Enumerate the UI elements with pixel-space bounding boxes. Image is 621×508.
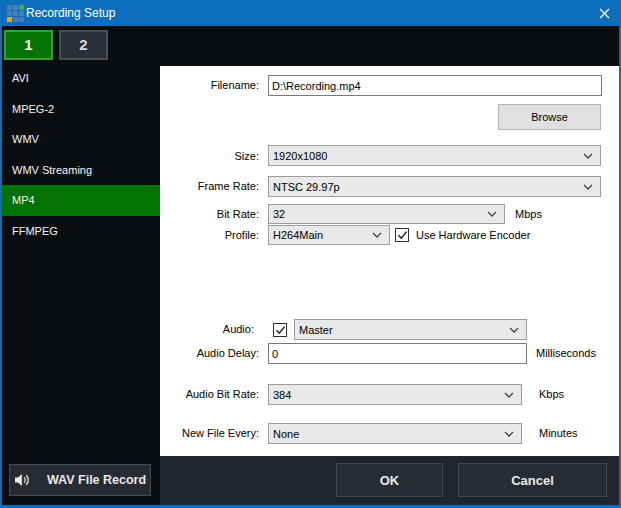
chevron-down-icon <box>583 153 593 159</box>
bit-rate-unit: Mbps <box>515 208 542 221</box>
sidebar-item-ffmpeg[interactable]: FFMPEG <box>2 216 160 247</box>
profile-value: H264Main <box>269 229 372 241</box>
logo-square <box>13 5 18 10</box>
sidebar-item-mpeg2[interactable]: MPEG-2 <box>2 94 160 125</box>
hardware-encoder-label: Use Hardware Encoder <box>416 229 530 242</box>
logo-square <box>13 17 18 22</box>
frame-rate-value: NTSC 29.97p <box>269 181 583 193</box>
audio-select[interactable]: Master <box>294 319 527 340</box>
new-file-every-select[interactable]: None <box>268 423 522 444</box>
profile-select[interactable]: H264Main <box>268 225 390 245</box>
bit-rate-value: 32 <box>269 208 487 220</box>
frame-rate-label: Frame Rate: <box>149 180 259 193</box>
audio-delay-label: Audio Delay: <box>149 347 259 360</box>
close-icon <box>599 8 610 19</box>
settings-panel: Filename: Browse Size: 1920x1080 Frame R… <box>160 66 619 456</box>
cancel-button[interactable]: Cancel <box>458 463 607 497</box>
audio-bit-rate-value: 384 <box>269 389 504 401</box>
audio-bit-rate-label: Audio Bit Rate: <box>149 388 259 401</box>
logo-square <box>13 11 18 16</box>
chevron-down-icon <box>504 431 514 437</box>
size-select[interactable]: 1920x1080 <box>268 145 601 166</box>
audio-bit-rate-unit: Kbps <box>539 388 564 401</box>
titlebar[interactable]: Recording Setup <box>0 0 621 26</box>
hardware-encoder-checkbox[interactable] <box>395 228 409 242</box>
frame-rate-select[interactable]: NTSC 29.97p <box>268 176 601 197</box>
tab-1[interactable]: 1 <box>4 30 53 60</box>
browse-button[interactable]: Browse <box>498 104 601 130</box>
audio-checkbox[interactable] <box>273 323 287 337</box>
logo-square-green <box>19 5 24 10</box>
logo-square <box>19 17 24 22</box>
new-file-every-unit: Minutes <box>539 427 578 440</box>
logo-square-orange <box>7 17 12 22</box>
logo-square <box>19 11 24 16</box>
audio-value: Master <box>295 324 509 336</box>
check-icon <box>397 230 408 241</box>
audio-delay-input[interactable] <box>268 343 527 364</box>
size-value: 1920x1080 <box>269 150 583 162</box>
audio-delay-unit: Milliseconds <box>536 347 596 360</box>
chevron-down-icon <box>487 211 497 217</box>
size-label: Size: <box>149 150 259 163</box>
filename-input[interactable] <box>268 75 602 96</box>
vmix-logo-icon <box>7 5 24 22</box>
sidebar-item-wmv-streaming[interactable]: WMV Streaming <box>2 155 160 186</box>
close-button[interactable] <box>593 2 615 24</box>
window-title: Recording Setup <box>26 0 115 26</box>
wav-file-record-button[interactable]: WAV File Record <box>9 464 151 496</box>
wav-file-record-label: WAV File Record <box>47 473 146 487</box>
logo-square <box>7 5 12 10</box>
tab-2[interactable]: 2 <box>59 30 108 60</box>
sidebar-item-avi[interactable]: AVI <box>2 63 160 94</box>
bit-rate-label: Bit Rate: <box>149 208 259 221</box>
audio-label: Audio: <box>144 323 254 336</box>
chevron-down-icon <box>509 327 519 333</box>
chevron-down-icon <box>372 232 382 238</box>
chevron-down-icon <box>504 392 514 398</box>
check-icon <box>275 325 286 336</box>
sidebar-item-mp4[interactable]: MP4 <box>2 185 160 216</box>
logo-square <box>7 11 12 16</box>
filename-label: Filename: <box>149 79 259 92</box>
new-file-every-label: New File Every: <box>149 427 259 440</box>
chevron-down-icon <box>583 184 593 190</box>
speaker-icon <box>14 472 31 488</box>
bit-rate-select[interactable]: 32 <box>268 204 505 224</box>
sidebar-item-wmv[interactable]: WMV <box>2 124 160 155</box>
profile-label: Profile: <box>149 229 259 242</box>
ok-button[interactable]: OK <box>336 463 443 497</box>
audio-bit-rate-select[interactable]: 384 <box>268 384 522 405</box>
new-file-every-value: None <box>269 428 504 440</box>
